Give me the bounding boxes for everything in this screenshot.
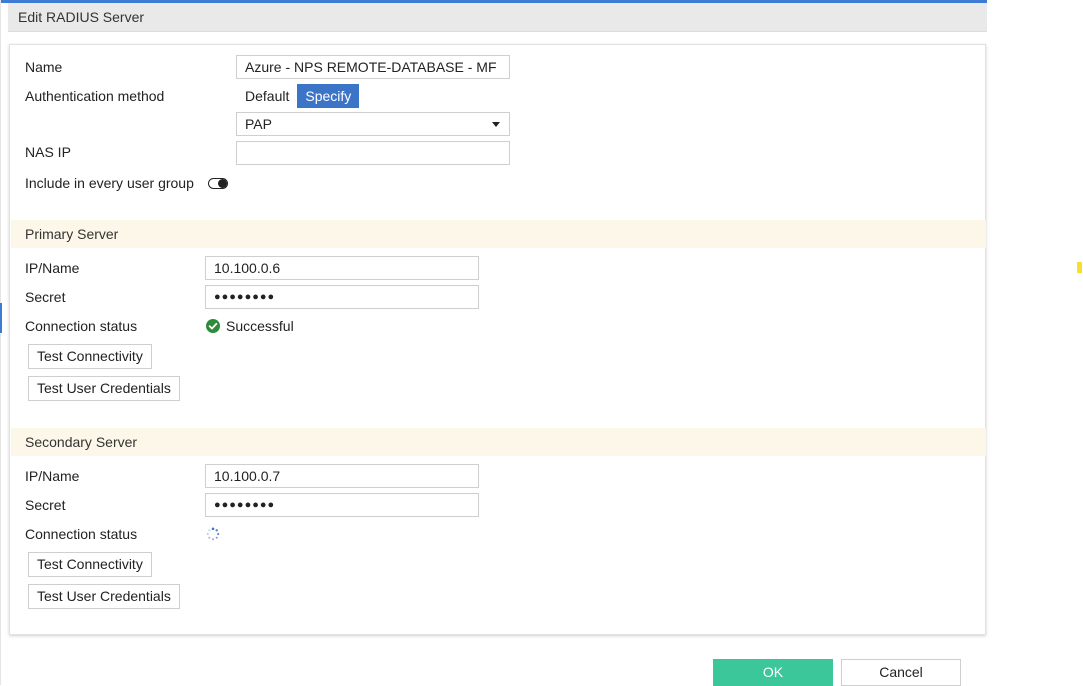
auth-protocol-select[interactable]: PAP	[236, 112, 510, 136]
secondary-secret-input[interactable]: ●●●●●●●●	[205, 493, 479, 517]
secondary-test-credentials-button[interactable]: Test User Credentials	[28, 584, 180, 609]
secondary-test-connectivity-button[interactable]: Test Connectivity	[28, 552, 152, 577]
primary-connection-status: Successful	[206, 318, 294, 334]
primary-ip-label: IP/Name	[25, 260, 80, 276]
loading-spinner-icon	[206, 527, 220, 541]
primary-test-credentials-button[interactable]: Test User Credentials	[28, 376, 180, 401]
primary-server-section: Primary Server	[11, 220, 986, 248]
cancel-button[interactable]: Cancel	[841, 659, 961, 686]
primary-secret-label: Secret	[25, 289, 66, 305]
left-edge-marker	[0, 303, 2, 333]
dialog-panel: Name Azure - NPS REMOTE-DATABASE - MF Au…	[9, 44, 986, 635]
auth-method-toggle: Default Specify	[237, 84, 360, 108]
auth-option-specify[interactable]: Specify	[297, 84, 360, 108]
include-user-group-label: Include in every user group	[25, 175, 194, 191]
auth-protocol-value: PAP	[245, 116, 272, 132]
secondary-ip-label: IP/Name	[25, 468, 80, 484]
left-edge	[0, 0, 1, 685]
auth-method-label: Authentication method	[25, 88, 165, 104]
secondary-server-section: Secondary Server	[11, 428, 986, 456]
nas-ip-input[interactable]	[236, 141, 510, 165]
include-user-group-toggle[interactable]	[208, 178, 228, 189]
primary-status-text: Successful	[226, 318, 294, 334]
primary-connection-status-label: Connection status	[25, 318, 138, 334]
ok-button[interactable]: OK	[713, 659, 833, 686]
auth-option-default[interactable]: Default	[237, 84, 298, 108]
secondary-secret-label: Secret	[25, 497, 66, 513]
check-circle-icon	[206, 319, 220, 333]
primary-secret-input[interactable]: ●●●●●●●●	[205, 285, 479, 309]
name-input[interactable]: Azure - NPS REMOTE-DATABASE - MF	[236, 55, 510, 79]
primary-ip-input[interactable]: 10.100.0.6	[205, 256, 479, 280]
nas-ip-label: NAS IP	[25, 144, 71, 160]
name-label: Name	[25, 59, 63, 75]
secondary-ip-input[interactable]: 10.100.0.7	[205, 464, 479, 488]
secondary-connection-status-label: Connection status	[25, 526, 138, 542]
right-edge-marker	[1077, 262, 1082, 273]
dialog-title: Edit RADIUS Server	[8, 3, 987, 32]
chevron-down-icon	[492, 122, 500, 127]
primary-test-connectivity-button[interactable]: Test Connectivity	[28, 344, 152, 369]
toggle-knob	[218, 178, 227, 188]
